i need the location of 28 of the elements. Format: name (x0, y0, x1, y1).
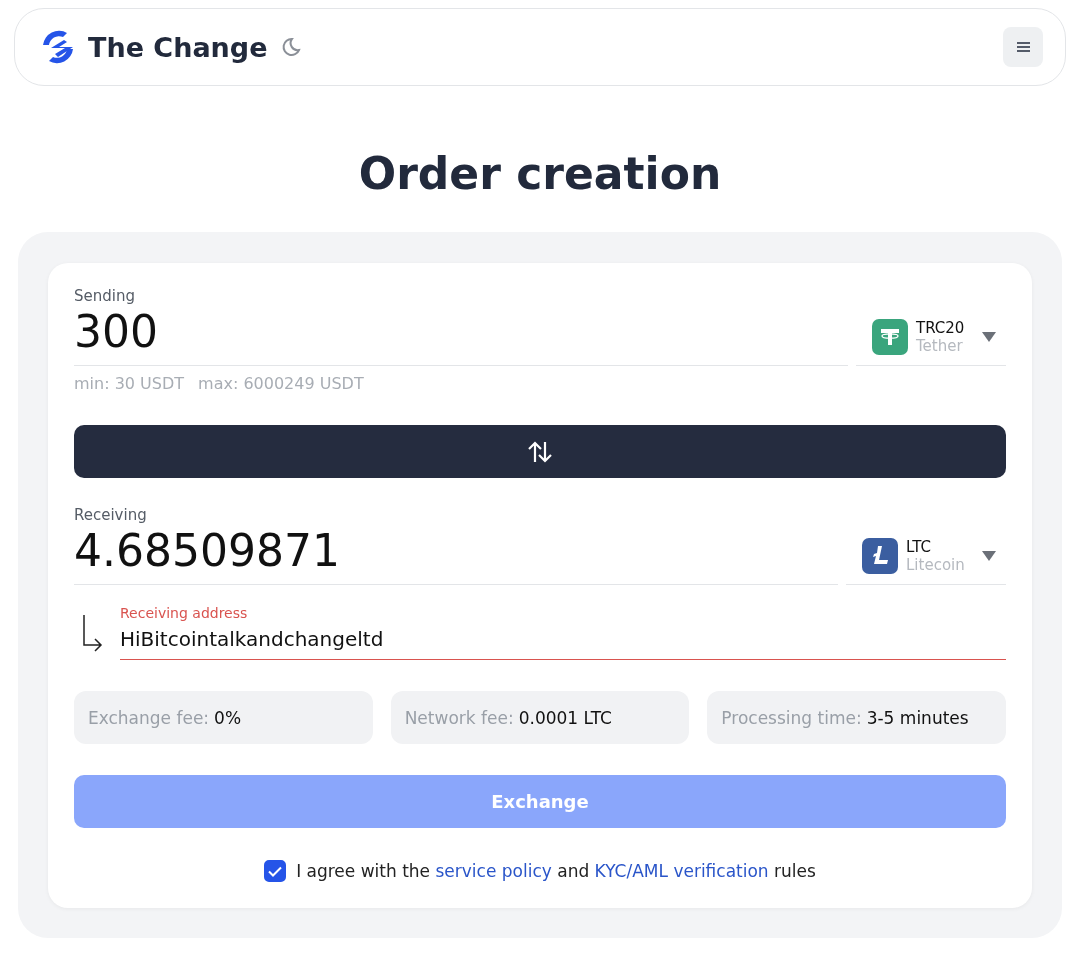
amount-field[interactable]: Sending 300 (74, 287, 848, 366)
brand-name: The Change (88, 31, 268, 63)
currency-name: Tether (916, 337, 964, 355)
currency-select[interactable]: LTC Litecoin (846, 538, 1006, 585)
amount-field[interactable]: Receiving 4.68509871 (74, 506, 838, 585)
service-policy-link[interactable]: service policy (435, 861, 552, 881)
currency-code: LTC (906, 538, 933, 556)
swap-icon (527, 439, 553, 464)
agreement-text: I agree with the service policy and KYC/AML verification rules (296, 861, 816, 881)
verification-link[interactable]: KYC/AML verification (594, 861, 769, 881)
limit-text: max: 6000249 USDT (198, 374, 364, 393)
caret-icon (982, 551, 996, 561)
menu-icon (1016, 42, 1030, 52)
check-icon (268, 865, 283, 877)
currency-select[interactable]: TRC20 Tether (856, 319, 1006, 366)
fee-info: Processing time: 3-5 minutes (707, 691, 1006, 744)
agree-checkbox[interactable] (264, 860, 287, 882)
menu-button[interactable] (1003, 27, 1043, 67)
tether-icon (872, 319, 908, 355)
address-field[interactable]: Receiving address HiBitcointalkandchangeltd (120, 605, 1006, 660)
litecoin-icon (862, 538, 898, 574)
fee-info: Exchange fee: 0% (74, 691, 373, 744)
fee-info: Network fee: 0.0001 LTC (390, 691, 690, 744)
currency-code: TRC20 (916, 319, 965, 337)
caret-icon (982, 332, 996, 342)
page-title: Order creation (358, 147, 722, 201)
currency-name: Litecoin (906, 556, 965, 574)
limit-text: min: 30 USDT (74, 374, 185, 393)
